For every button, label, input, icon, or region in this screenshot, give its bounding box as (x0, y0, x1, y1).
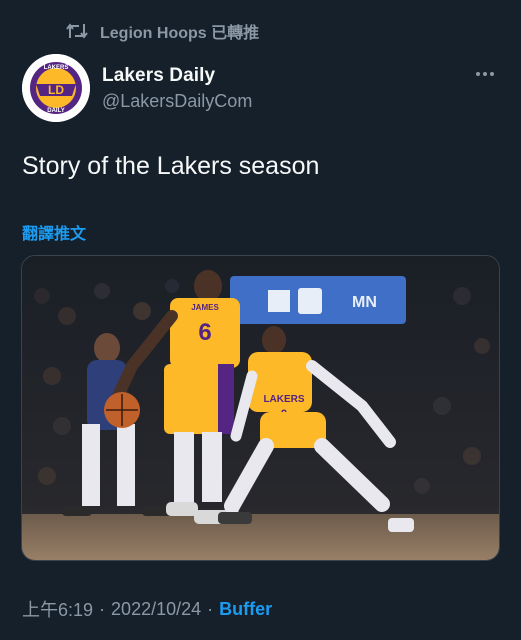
more-dot-icon (483, 72, 487, 76)
user-handle[interactable]: @LakersDailyCom (102, 91, 252, 112)
avatar-text-top: LAKERS (44, 65, 69, 71)
tweet-date[interactable]: 2022/10/24 (111, 599, 201, 620)
tweet-meta: 上午6:19 · 2022/10/24 · Buffer (22, 596, 272, 622)
basketball-photo-icon: MN JAMES 6 LAKERS 0 (22, 256, 499, 560)
tweet-text: Story of the Lakers season (22, 152, 320, 180)
retweet-icon (66, 23, 88, 39)
avatar[interactable]: LD LAKERS DAILY (22, 54, 90, 122)
retweet-text: Legion Hoops 已轉推 (100, 25, 260, 42)
jersey-back-number: 6 (198, 319, 211, 346)
more-dot-icon (476, 72, 480, 76)
tweet-time[interactable]: 上午6:19 (22, 596, 93, 622)
lakers-daily-logo-icon: LD LAKERS DAILY (22, 54, 90, 122)
avatar-text-bottom: DAILY (47, 108, 64, 114)
tweet-media[interactable]: MN JAMES 6 LAKERS 0 (21, 255, 500, 561)
tweet-author[interactable]: LD LAKERS DAILY Lakers Daily @LakersDail… (22, 54, 502, 122)
jersey-front-team: LAKERS (263, 394, 304, 405)
tweet-source-link[interactable]: Buffer (219, 599, 272, 620)
retweet-context[interactable]: Legion Hoops 已轉推 (66, 18, 259, 44)
meta-separator: · (207, 598, 214, 619)
translate-tweet-link[interactable]: 翻譯推文 (22, 220, 86, 244)
arena-sign-text: MN (352, 294, 377, 311)
meta-separator: · (99, 598, 106, 619)
jersey-back-name: JAMES (191, 303, 219, 312)
more-dot-icon (490, 72, 494, 76)
svg-text:LD: LD (48, 83, 64, 97)
display-name[interactable]: Lakers Daily (102, 65, 215, 87)
more-options-button[interactable] (470, 62, 500, 86)
